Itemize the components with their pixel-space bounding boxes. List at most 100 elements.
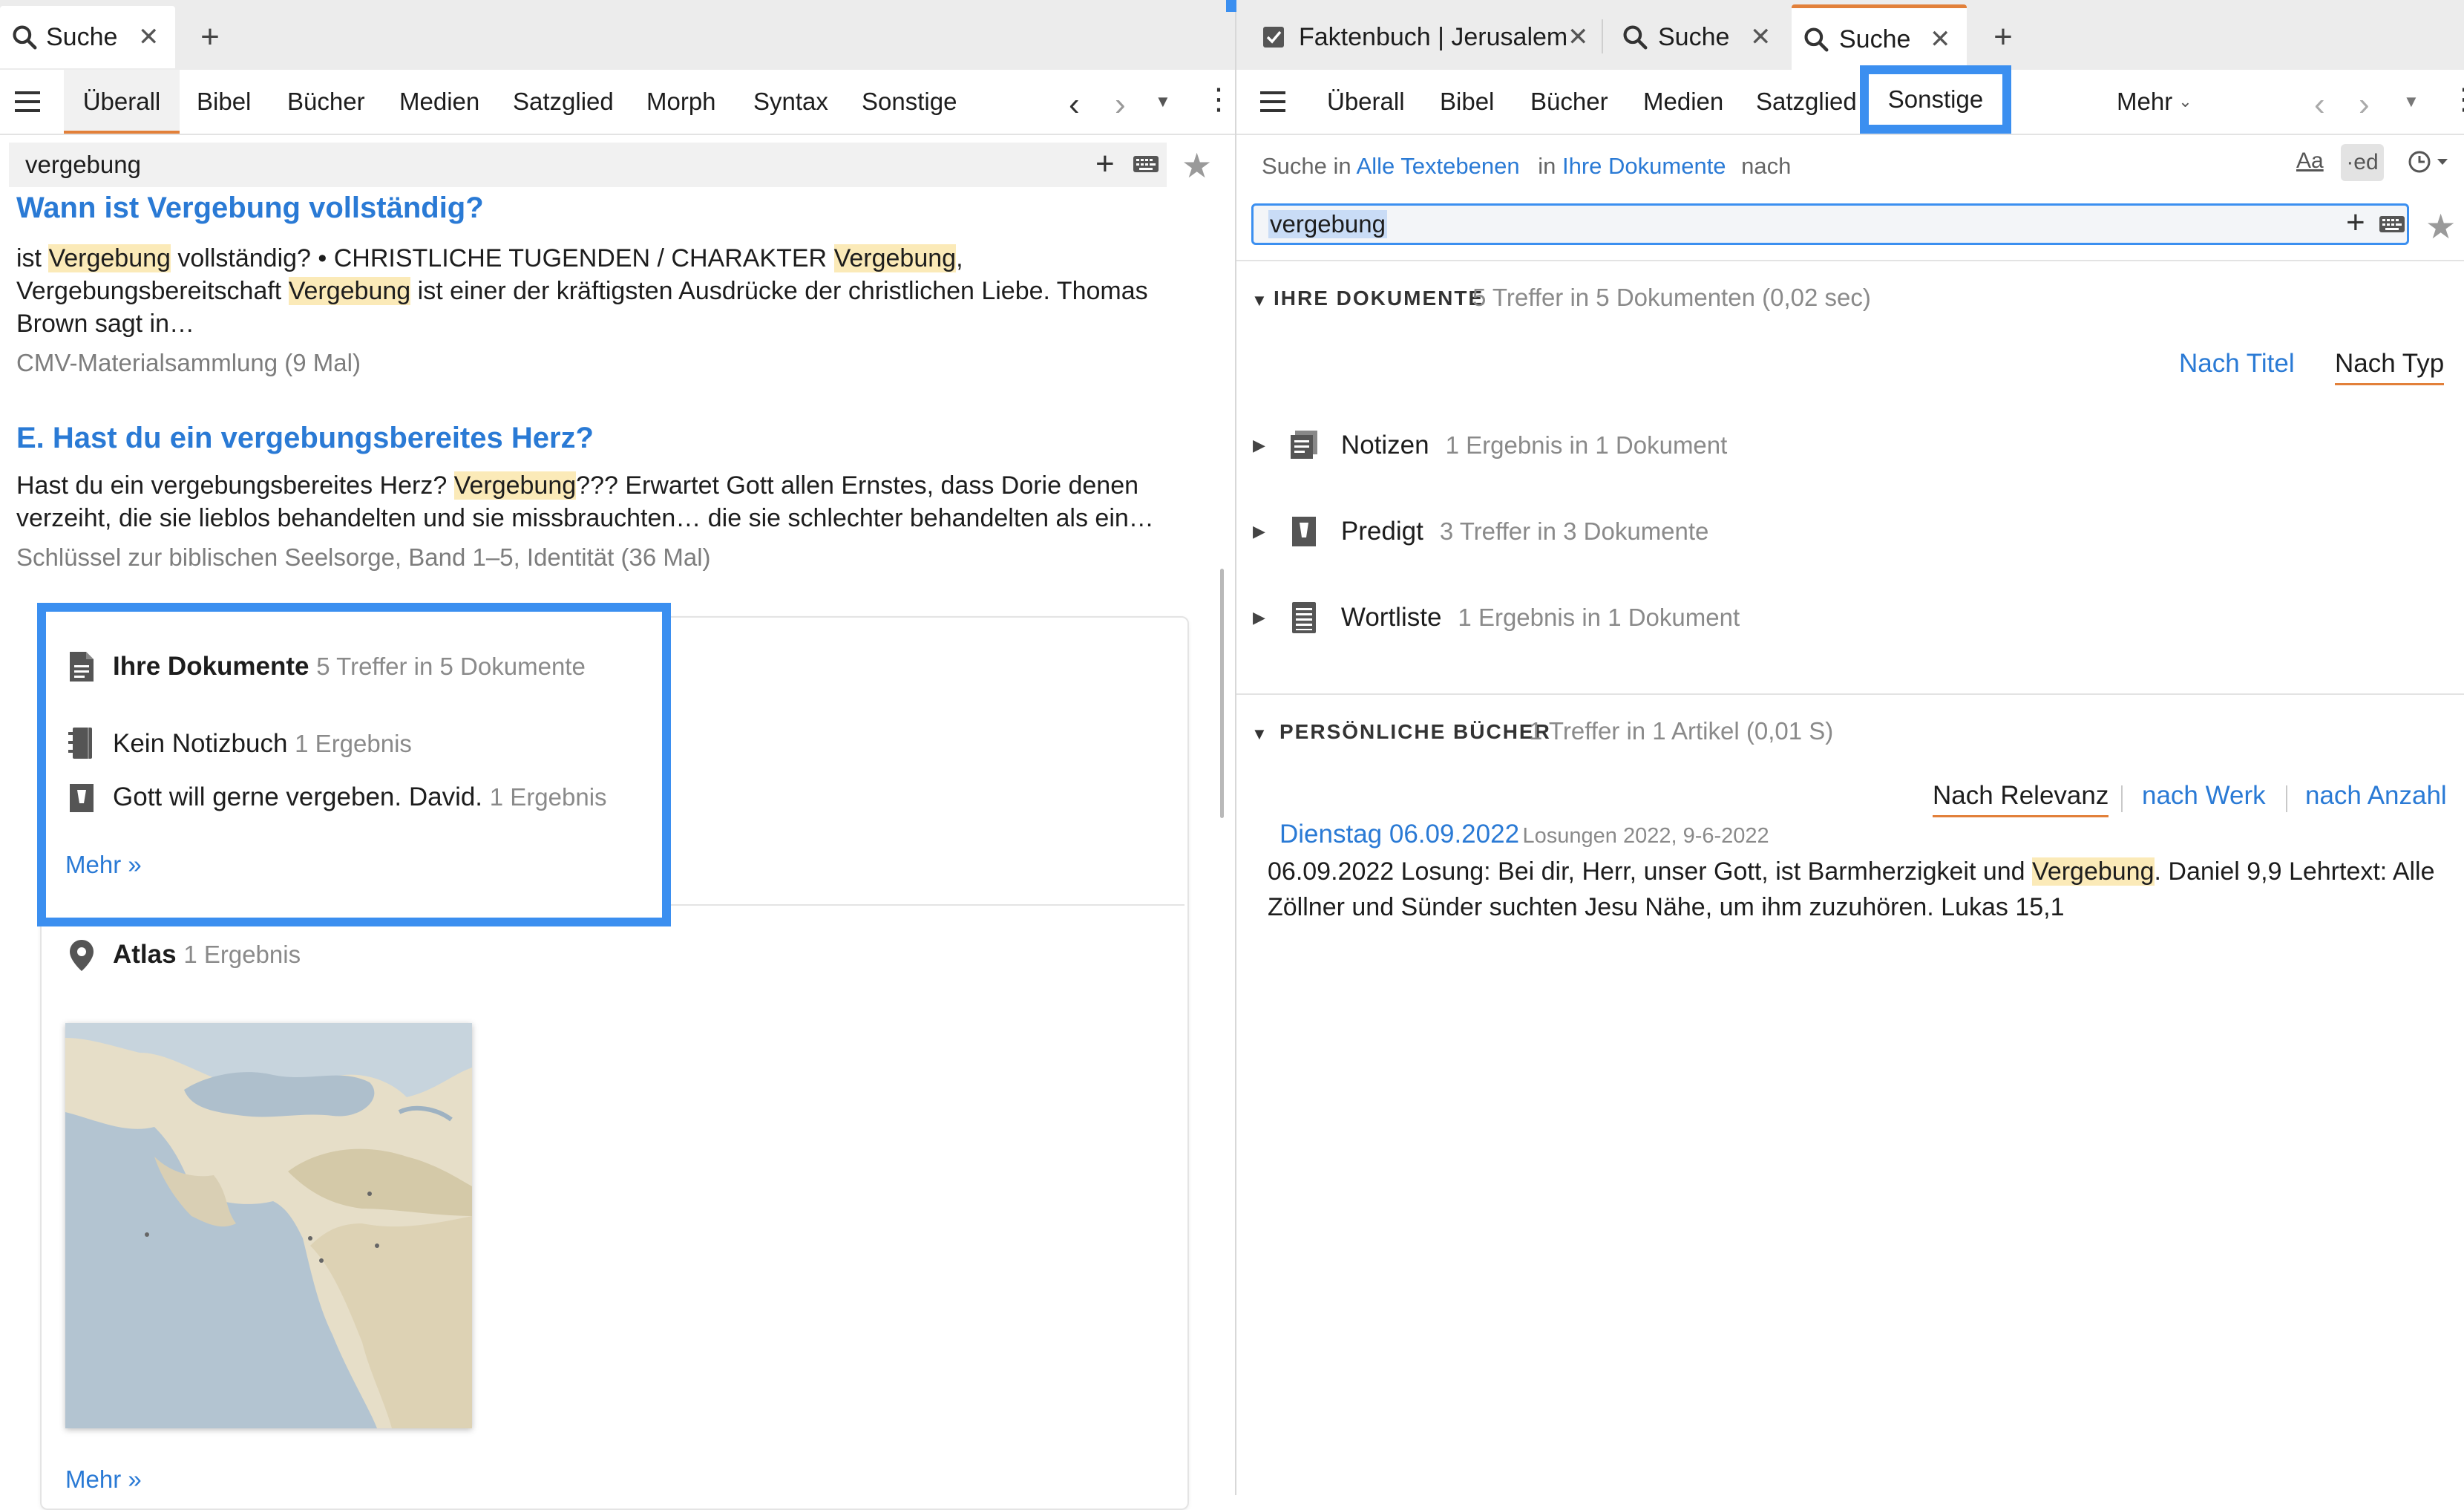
right-search-input[interactable]: vergebung + <box>1251 203 2409 245</box>
hamburger-menu-icon[interactable] <box>15 89 42 114</box>
docs-item[interactable]: Kein Notizbuch 1 Ergebnis <box>113 729 412 759</box>
result-snippet: Hast du ein vergebungsbereites Herz? Ver… <box>16 471 1154 532</box>
atlas-map-thumbnail[interactable] <box>65 1023 472 1428</box>
close-icon[interactable]: ✕ <box>1567 22 1589 52</box>
sermon-icon <box>1288 515 1320 548</box>
add-tab-button[interactable]: + <box>1985 6 2022 68</box>
left-nav: Überall Bibel Bücher Medien Satzglied Mo… <box>0 70 1235 135</box>
tab-ueberall[interactable]: Überall <box>1327 70 1405 134</box>
favorite-star-icon[interactable]: ★ <box>1182 146 1212 186</box>
stemming-button[interactable]: ·ed <box>2341 144 2384 181</box>
collapse-triangle-icon[interactable]: ▼ <box>1251 725 1268 744</box>
history-dropdown-icon[interactable] <box>2408 148 2451 175</box>
sort-by-title[interactable]: Nach Titel <box>2179 349 2295 379</box>
scope-layers-link[interactable]: Alle Textebenen <box>1357 153 1520 179</box>
section-summary: 1 Treffer in 1 Artikel (0,01 S) <box>1529 717 1834 745</box>
sort-by-relevance[interactable]: Nach Relevanz <box>1933 781 2109 817</box>
hamburger-menu-icon[interactable] <box>1260 89 1287 114</box>
tab-medien[interactable]: Medien <box>399 70 479 134</box>
map-pin-icon <box>68 938 95 973</box>
chevron-down-icon[interactable]: ▼ <box>2403 92 2419 111</box>
tab-search-left[interactable]: Suche ✕ <box>0 6 175 68</box>
add-icon[interactable]: + <box>2346 204 2365 241</box>
more-dropdown[interactable]: Mehr ⌄ <box>2117 70 2192 134</box>
collapse-triangle-icon[interactable]: ▼ <box>1251 291 1268 310</box>
chevron-right-icon[interactable]: › <box>2359 86 2370 123</box>
chevron-right-icon[interactable]: › <box>1115 86 1126 123</box>
sort-by-work[interactable]: nach Werk <box>2142 781 2266 811</box>
tab-label: Suche <box>1658 22 1730 51</box>
tab-medien[interactable]: Medien <box>1643 70 1723 134</box>
tab-morph[interactable]: Morph <box>646 70 716 134</box>
tab-label: Suche <box>1839 24 1911 53</box>
entry-heading[interactable]: Dienstag 06.09.2022 Losungen 2022, 9-6-2… <box>1279 820 1769 849</box>
atlas-more-link[interactable]: Mehr » <box>65 1465 142 1494</box>
tab-satzglied[interactable]: Satzglied <box>513 70 614 134</box>
type-row-notizen[interactable]: ▶ Notizen 1 Ergebnis in 1 Dokument <box>1253 423 1727 468</box>
tab-satzglied[interactable]: Satzglied <box>1756 70 1857 134</box>
section-heading[interactable]: IHRE DOKUMENTE <box>1274 287 1484 310</box>
expand-triangle-icon: ▶ <box>1253 608 1265 627</box>
section-heading[interactable]: PERSÖNLICHE BÜCHER <box>1279 720 1551 744</box>
scope-docs-link[interactable]: Ihre Dokumente <box>1562 153 1726 179</box>
result-source[interactable]: CMV-Materialsammlung (9 Mal) <box>16 349 361 377</box>
tab-label: Faktenbuch | Jerusalem <box>1299 22 1568 51</box>
right-tabstrip: Faktenbuch | Jerusalem ✕ Suche ✕ Suche ✕… <box>1236 0 2464 71</box>
tab-label: Suche <box>46 22 118 51</box>
result-title[interactable]: Wann ist Vergebung vollständig? <box>16 192 484 225</box>
sort-separator <box>2121 785 2123 812</box>
atlas-heading[interactable]: Atlas 1 Ergebnis <box>113 940 301 970</box>
expand-triangle-icon: ▶ <box>1253 522 1265 540</box>
docs-card-heading[interactable]: Ihre Dokumente 5 Treffer in 5 Dokumente <box>113 652 586 682</box>
favorite-star-icon[interactable]: ★ <box>2425 206 2456 246</box>
entry-text: 06.09.2022 Losung: Bei dir, Herr, unser … <box>1268 857 2435 921</box>
keyboard-icon[interactable] <box>2379 215 2405 234</box>
search-icon <box>10 23 39 51</box>
tab-faktenbuch[interactable]: Faktenbuch | Jerusalem ✕ <box>1253 6 1602 68</box>
sort-by-type[interactable]: Nach Typ <box>2335 349 2445 385</box>
section-summary: 5 Treffer in 5 Dokumenten (0,02 sec) <box>1472 284 1871 311</box>
type-row-wortliste[interactable]: ▶ Wortliste 1 Ergebnis in 1 Dokument <box>1253 595 1740 640</box>
close-icon[interactable]: ✕ <box>1930 24 1951 54</box>
keyboard-icon[interactable] <box>1133 154 1159 174</box>
sort-separator <box>2286 785 2287 812</box>
more-options-icon[interactable]: ⋮ <box>1204 85 1233 114</box>
tab-search-3[interactable]: Suche ✕ <box>1792 4 1967 71</box>
close-icon[interactable]: ✕ <box>138 22 160 52</box>
docs-item[interactable]: Gott will gerne vergeben. David. 1 Ergeb… <box>113 782 607 812</box>
result-source[interactable]: Schlüssel zur biblischen Seelsorge, Band… <box>16 543 711 572</box>
case-sensitive-button[interactable]: Aa <box>2296 148 2324 174</box>
expand-triangle-icon: ▶ <box>1253 436 1265 454</box>
add-icon[interactable]: + <box>1095 146 1115 183</box>
word-list-icon <box>1288 601 1320 635</box>
right-nav: Überall Bibel Bücher Medien Satzglied So… <box>1236 65 2464 135</box>
tab-buecher[interactable]: Bücher <box>1530 70 1608 134</box>
tab-search-2[interactable]: Suche ✕ <box>1612 6 1787 68</box>
search-scope: Suche in Alle Textebenen in Ihre Dokumen… <box>1262 153 1792 179</box>
add-tab-button[interactable]: + <box>191 6 229 68</box>
sort-by-count[interactable]: nach Anzahl <box>2305 781 2447 811</box>
result-title[interactable]: E. Hast du ein vergebungsbereites Herz? <box>16 422 594 455</box>
panel-divider[interactable] <box>1235 0 1236 1495</box>
divider <box>1236 260 2464 261</box>
chevron-down-icon[interactable]: ▼ <box>1155 92 1171 111</box>
chevron-left-icon[interactable]: ‹ <box>2314 86 2325 123</box>
scrollbar-thumb[interactable] <box>1220 569 1224 818</box>
tab-separator <box>1602 19 1603 53</box>
tab-bibel[interactable]: Bibel <box>1440 70 1494 134</box>
left-search-input[interactable]: vergebung + <box>9 143 1167 187</box>
close-icon[interactable]: ✕ <box>1750 22 1772 52</box>
search-value: vergebung <box>1268 210 1387 238</box>
type-row-predigt[interactable]: ▶ Predigt 3 Treffer in 3 Dokumente <box>1253 509 1708 554</box>
chevron-left-icon[interactable]: ‹ <box>1069 86 1080 123</box>
tab-sonstige[interactable]: Sonstige <box>1860 65 2011 134</box>
document-icon <box>68 650 95 683</box>
tab-syntax[interactable]: Syntax <box>753 70 828 134</box>
tab-buecher[interactable]: Bücher <box>287 70 365 134</box>
more-options-icon[interactable]: ⋮ <box>2449 85 2464 114</box>
tab-ueberall[interactable]: Überall <box>64 70 180 134</box>
docs-more-link[interactable]: Mehr » <box>65 851 142 879</box>
tab-bibel[interactable]: Bibel <box>197 70 251 134</box>
divider <box>1236 693 2464 695</box>
tab-sonstige[interactable]: Sonstige <box>862 70 957 134</box>
